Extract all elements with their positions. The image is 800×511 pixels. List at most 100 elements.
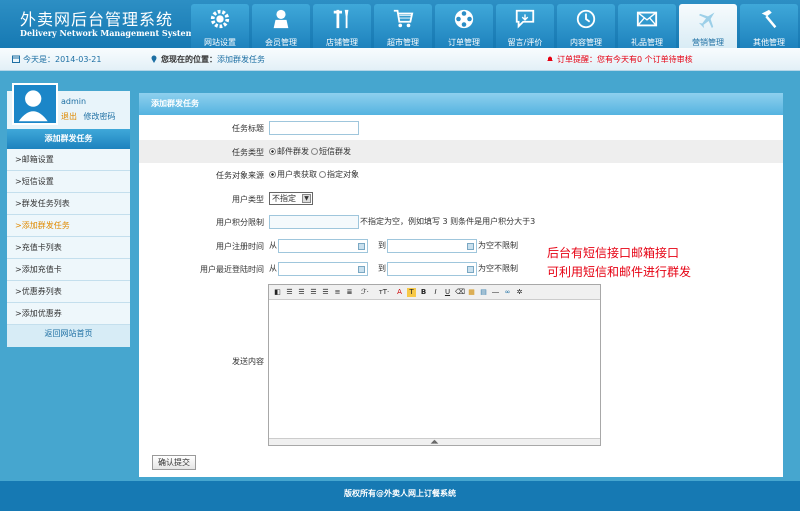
user-type-select[interactable]: 不指定 ▼ (269, 192, 313, 205)
user-actions: 退出 修改密码 (61, 111, 116, 122)
bell-icon (546, 55, 554, 63)
task-title-row: 任务标题 (139, 116, 783, 139)
order-reminder[interactable]: 订单提醒：您有今天有0 个订单待审核 (546, 54, 693, 65)
reg-time-label: 用户注册时间 (216, 242, 264, 251)
source-user-table-label: 用户表获取 (277, 170, 317, 179)
nav-label: 留言/评价 (507, 38, 543, 47)
change-password-link[interactable]: 修改密码 (84, 112, 116, 121)
rich-text-editor[interactable]: ◧ ☰ ☰ ☰ ☰ ≡ ≣ ℱ· тТ· A T B I U ⌫ ▦ ▤ ― ∞… (268, 284, 601, 446)
form-title: 添加群发任务 (139, 93, 783, 115)
avatar (12, 83, 58, 125)
bold-icon[interactable]: B (419, 288, 428, 297)
calendar-icon[interactable] (467, 265, 474, 273)
nav-item-members[interactable]: 会员管理 (252, 4, 310, 48)
nav-label: 订单管理 (448, 38, 480, 47)
calendar-icon (12, 55, 20, 63)
task-type-label: 任务类型 (232, 148, 264, 157)
editor-toolbar: ◧ ☰ ☰ ☰ ☰ ≡ ≣ ℱ· тТ· A T B I U ⌫ ▦ ▤ ― ∞… (269, 285, 600, 300)
source-icon[interactable]: ◧ (273, 288, 282, 297)
align-center-icon[interactable]: ☰ (297, 288, 306, 297)
points-label: 用户积分限制 (216, 218, 264, 227)
task-type-sms-radio[interactable] (311, 148, 318, 155)
main-nav: 网站设置 会员管理 店铺管理 超市管理 订单管理 留言/评价 内容管理 礼品管理… (191, 4, 800, 48)
task-type-email-radio[interactable] (269, 148, 276, 155)
nav-item-other[interactable]: 其他管理 (740, 4, 798, 48)
date-text: 今天是：2014-03-21 (23, 55, 102, 64)
sidebar-item-add-task[interactable]: >添加群发任务 (7, 215, 130, 237)
annotation-line-2: 可利用短信和邮件进行群发 (547, 265, 692, 279)
nav-label: 超市管理 (387, 38, 419, 47)
no-limit-hint: 为空不限制 (478, 264, 518, 273)
reg-time-start-input[interactable] (278, 238, 368, 253)
link-icon[interactable]: ∞ (503, 288, 512, 297)
last-login-start-input[interactable] (278, 261, 368, 276)
sidebar-item-add-card[interactable]: >添加充值卡 (7, 259, 130, 281)
sidebar-item-add-coupon[interactable]: >添加优惠券 (7, 303, 130, 325)
ordered-list-icon[interactable]: ≡ (333, 288, 342, 297)
sidebar-item-task-list[interactable]: >群发任务列表 (7, 193, 130, 215)
username: admin (61, 97, 87, 106)
font-family-icon[interactable]: ℱ· (357, 288, 373, 297)
calendar-icon[interactable] (358, 265, 365, 273)
table-icon[interactable]: ▤ (479, 288, 488, 297)
editor-resize-handle[interactable]: ◢◣ (269, 438, 600, 445)
cart-icon (390, 8, 416, 30)
submit-button[interactable]: 确认提交 (152, 455, 196, 470)
sidebar-item-coupon-list[interactable]: >优惠券列表 (7, 281, 130, 303)
location-icon (150, 55, 158, 63)
nav-item-marketing[interactable]: 营销管理 (679, 4, 737, 48)
underline-icon[interactable]: U (443, 288, 452, 297)
nav-label: 礼品管理 (631, 38, 663, 47)
header: 外卖网后台管理系统 Delivery Network Management Sy… (0, 0, 800, 48)
nav-item-supermarket[interactable]: 超市管理 (374, 4, 432, 48)
unordered-list-icon[interactable]: ≣ (345, 288, 354, 297)
hammer-icon (756, 8, 782, 30)
target-source-row: 任务对象来源 用户表获取 指定对象 (139, 163, 783, 186)
user-type-row: 用户类型 不指定 ▼ (139, 187, 783, 210)
logout-link[interactable]: 退出 (61, 112, 77, 121)
nav-item-stores[interactable]: 店铺管理 (313, 4, 371, 48)
nav-label: 店铺管理 (326, 38, 358, 47)
breadcrumb: 您现在的位置：添加群发任务 (150, 54, 265, 65)
align-right-icon[interactable]: ☰ (309, 288, 318, 297)
nav-item-gifts[interactable]: 礼品管理 (618, 4, 676, 48)
nav-label: 内容管理 (570, 38, 602, 47)
settings-icon[interactable]: ✲ (515, 288, 524, 297)
comment-icon (512, 8, 538, 30)
nav-label: 其他管理 (753, 38, 785, 47)
points-row: 用户积分限制 不指定为空，例如填写 3 则条件是用户积分大于3 (139, 210, 783, 233)
content-label: 发送内容 (232, 357, 264, 366)
font-size-icon[interactable]: тТ· (376, 288, 392, 297)
text-color-icon[interactable]: A (395, 288, 404, 297)
points-hint: 不指定为空，例如填写 3 则条件是用户积分大于3 (360, 217, 536, 226)
annotation-note: 后台有短信接口邮箱接口 可利用短信和邮件进行群发 (547, 244, 691, 282)
calendar-icon[interactable] (467, 242, 474, 250)
source-user-table-radio[interactable] (269, 171, 276, 178)
airplane-icon (695, 8, 721, 30)
eraser-icon[interactable]: ⌫ (455, 288, 465, 297)
highlight-icon[interactable]: T (407, 287, 416, 297)
no-limit-hint: 为空不限制 (478, 241, 518, 250)
task-type-row: 任务类型 邮件群发 短信群发 (139, 140, 783, 163)
justify-icon[interactable]: ☰ (321, 288, 330, 297)
back-home-link[interactable]: 返回网站首页 (7, 325, 130, 343)
task-title-input[interactable] (269, 120, 359, 135)
sidebar-item-sms-settings[interactable]: >短信设置 (7, 171, 130, 193)
points-input[interactable] (269, 214, 359, 229)
sidebar-item-email-settings[interactable]: >邮箱设置 (7, 149, 130, 171)
last-login-end-input[interactable] (387, 261, 477, 276)
horizontal-rule-icon[interactable]: ― (491, 288, 500, 297)
italic-icon[interactable]: I (431, 288, 440, 297)
nav-item-content[interactable]: 内容管理 (557, 4, 615, 48)
nav-item-comments[interactable]: 留言/评价 (496, 4, 554, 48)
image-icon[interactable]: ▦ (467, 288, 476, 297)
nav-item-orders[interactable]: 订单管理 (435, 4, 493, 48)
nav-item-site-settings[interactable]: 网站设置 (191, 4, 249, 48)
reg-time-end-input[interactable] (387, 238, 477, 253)
source-specified-label: 指定对象 (327, 170, 359, 179)
logo-title: 外卖网后台管理系统 (20, 10, 174, 29)
align-left-icon[interactable]: ☰ (285, 288, 294, 297)
sidebar-item-card-list[interactable]: >充值卡列表 (7, 237, 130, 259)
calendar-icon[interactable] (358, 242, 365, 250)
source-specified-radio[interactable] (319, 171, 326, 178)
